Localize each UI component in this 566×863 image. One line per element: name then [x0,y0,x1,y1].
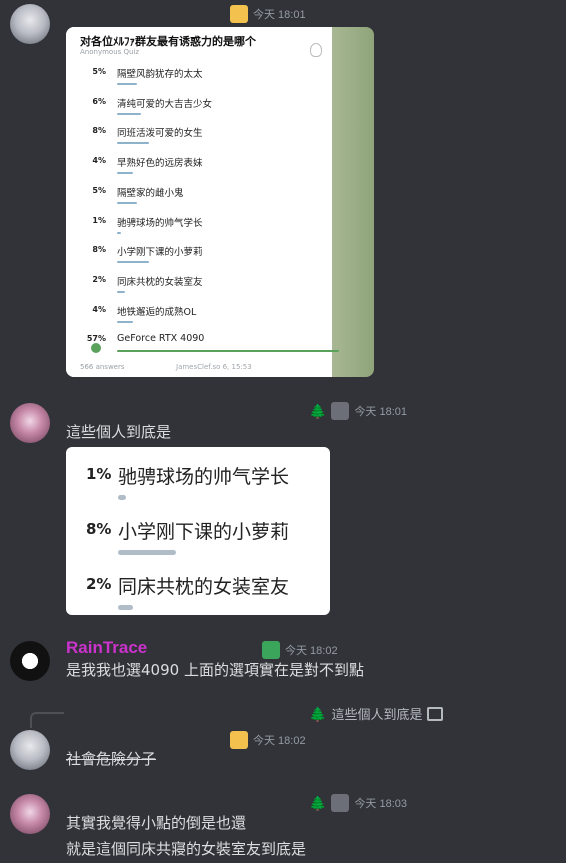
poll-option-bar [118,550,176,555]
poll-option-percent: 4% [92,304,106,314]
poll-option-bar [117,231,121,234]
timestamp: 今天 18:02 [253,735,306,747]
poll-option-percent: 4% [92,156,106,166]
poll-option: 57% GeForce RTX 4090 [80,333,339,354]
message-meta: 今天 18:02 [262,641,338,659]
message-meta: 今天 18:01 [230,5,306,23]
user-avatar[interactable] [10,730,50,770]
tree-icon: 🌲 [309,705,327,722]
poll-option-bar [117,201,137,204]
message-meta: 🌲 今天 18:01 [309,402,407,420]
poll-option-bar [117,142,149,145]
poll-option: 5% 隔壁家的雌小鬼 [80,186,325,206]
poll-option-bar [117,290,125,293]
image-icon [427,706,444,721]
role-badge-icon [331,794,350,812]
poll-option-bar [117,350,339,353]
user-avatar[interactable] [10,403,50,443]
message-meta: 🌲 今天 18:03 [309,794,407,812]
poll-option-label: 驰骋球场的帅气学长 [117,217,203,229]
timestamp: 今天 18:01 [253,9,306,21]
timestamp: 今天 18:03 [354,798,408,810]
role-badge-icon [230,731,248,749]
reply-connector [30,712,64,728]
poll-option-percent: 8% [86,520,112,538]
poll-option-percent: 8% [92,126,106,136]
user-avatar[interactable] [10,641,50,681]
poll-card: 对各位ﾒﾙﾌｧ群友最有诱惑力的是哪个 Anonymous Quiz 5% 隔壁风韵… [66,27,339,377]
tree-icon: 🌲 [309,403,327,419]
role-badge-icon [331,402,350,420]
poll-title: 对各位ﾒﾙﾌｧ群友最有诱惑力的是哪个 [80,35,256,48]
poll-option: 5% 隔壁风韵犹存的太太 [80,67,325,87]
poll-option-label: 地铁邂逅的成熟OL [117,306,197,318]
poll-image-attachment[interactable]: 对各位ﾒﾙﾌｧ群友最有诱惑力的是哪个 Anonymous Quiz 5% 隔壁风韵… [66,27,374,377]
poll-option-label: 早熟好色的远房表妹 [117,158,203,170]
message-meta: 今天 18:02 [230,731,306,749]
poll-option-bar [118,605,133,610]
poll-option: 2% 同床共枕的女装室友 [80,275,325,295]
poll-option-bar [117,112,141,115]
poll-option: 8% 同班活泼可爱的女生 [80,126,325,146]
poll-option-label: 同床共枕的女装室友 [118,576,290,598]
poll-option-label: 小学刚下课的小萝莉 [118,521,290,543]
poll-option-percent: 1% [86,465,112,483]
timestamp: 今天 18:01 [354,406,408,418]
message-text-line: 就是這個同床共寢的女裝室友到底是 [66,840,307,858]
message-text: 社會危險分子 [66,750,157,768]
poll-footer-meta: JamesClef.so 6, 15:53 [176,363,252,371]
timestamp: 今天 18:02 [285,645,338,657]
poll-option-percent: 8% [92,245,106,255]
poll-option-percent: 57% [86,334,106,344]
poll-option: 1% 驰骋球场的帅气学长 [80,216,325,236]
poll-option: 4% 早熟好色的远房表妹 [80,156,325,176]
poll-option-label: 小学刚下课的小萝莉 [117,247,203,259]
message-text: 這些個人到底是 [66,423,172,441]
poll-option-label: 驰骋球场的帅气学长 [118,466,290,488]
poll-option-bar [118,495,126,500]
poll-option: 8% 小学刚下课的小萝莉 [80,245,325,265]
user-avatar[interactable] [10,794,50,834]
poll-option-percent: 2% [92,274,106,284]
poll-subtitle: Anonymous Quiz [80,48,140,56]
poll-option-bar [117,261,149,264]
tree-icon: 🌲 [309,795,327,811]
message-text-line: 其實我覺得小點的倒是也還 [66,814,247,832]
poll-option-bar [117,83,137,85]
reply-preview-text: 這些個人到底是 [331,707,423,722]
poll-option-label: 隔壁家的雌小鬼 [117,187,184,199]
zoomed-poll-image[interactable]: 1% 驰骋球场的帅气学长 8% 小学刚下课的小萝莉 2% 同床共枕的女装室友 [66,447,330,615]
author-name[interactable]: RainTrace [66,638,147,658]
poll-option-bar [117,172,133,175]
poll-option-percent: 5% [92,185,106,195]
poll-option-label: 同班活泼可爱的女生 [117,128,203,140]
role-badge-icon [230,5,248,23]
reply-preview[interactable]: 🌲 這些個人到底是 [309,704,444,723]
poll-option-percent: 2% [86,575,112,593]
message-text: 是我我也選4090 上面的選項實在是對不到點 [66,661,364,679]
poll-option-label: 同床共枕的女装室友 [117,276,203,288]
user-avatar[interactable] [10,4,50,44]
poll-option-bar [117,320,133,323]
poll-option-label: 隔壁风韵犹存的太太 [117,69,203,80]
poll-option: 4% 地铁邂逅的成熟OL [80,305,325,325]
poll-option: 6% 清纯可爱的大吉吉少女 [80,97,325,117]
poll-option-percent: 1% [92,215,106,225]
poll-answer-count: 566 answers [80,363,125,371]
poll-option-label: GeForce RTX 4090 [117,333,205,345]
role-badge-icon [262,641,280,659]
poll-option-label: 清纯可爱的大吉吉少女 [117,98,213,110]
poll-option-percent: 6% [92,96,106,106]
poll-option-percent: 5% [92,67,106,76]
lightbulb-icon [310,43,322,57]
check-icon [91,343,101,354]
